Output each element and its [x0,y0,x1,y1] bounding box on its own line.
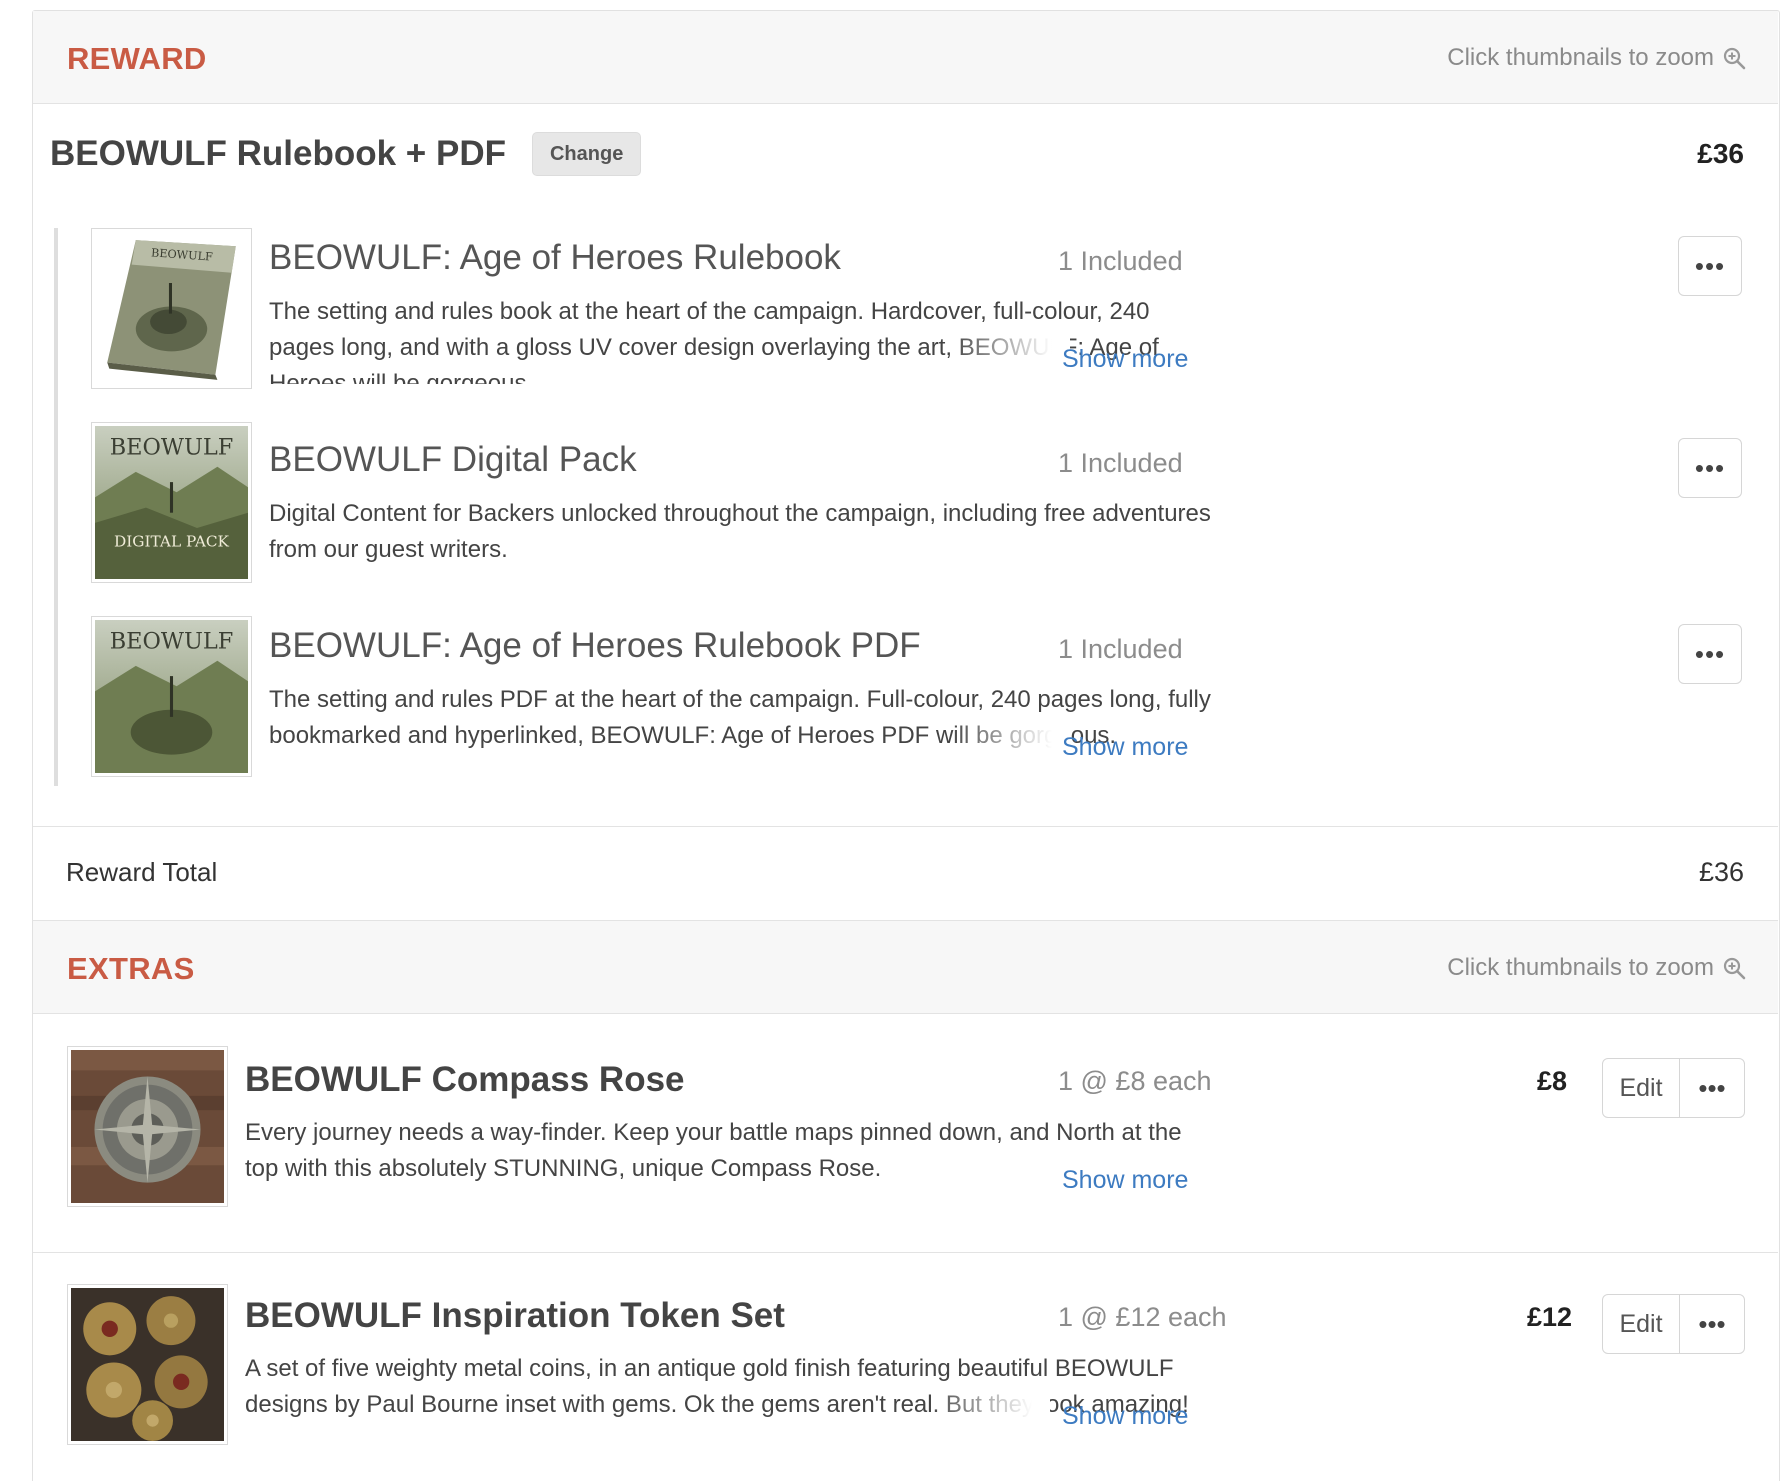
divider [33,826,1778,827]
reward-item-title: BEOWULF: Age of Heroes Rulebook [269,238,841,277]
extra-item-actions: Edit ••• [1602,1294,1745,1354]
extras-section-title: EXTRAS [67,951,195,986]
zoom-hint: Click thumbnails to zoom [1447,44,1746,72]
ellipsis-icon: ••• [1698,1072,1726,1103]
show-more-link[interactable]: Show more [1062,345,1188,374]
reward-item-title: BEOWULF: Age of Heroes Rulebook PDF [269,626,921,665]
extra-item-qty: 1 @ £8 each [1058,1066,1212,1096]
description-fade [930,1387,1050,1423]
reward-item-qty: 1 Included [1058,246,1183,276]
zoom-in-icon [1723,957,1746,980]
extra-item-more-button[interactable]: ••• [1680,1295,1744,1353]
show-more-link[interactable]: Show more [1062,733,1188,762]
edit-button[interactable]: Edit [1603,1295,1680,1353]
show-more-link[interactable]: Show more [1062,1402,1188,1431]
extra-item-description: Every journey needs a way-finder. Keep y… [245,1119,1182,1182]
extra-item-price: £12 [1527,1302,1573,1332]
reward-item-more-button[interactable]: ••• [1678,624,1742,684]
ellipsis-icon: ••• [1694,638,1726,669]
digital-pack-cover-image: BEOWULF DIGITAL PACK [95,426,248,579]
digital-pack-cover-text: BEOWULF [110,435,234,461]
reward-item-description: Digital Content for Backers unlocked thr… [269,500,1211,563]
reward-section-header: REWARD Click thumbnails to zoom [33,11,1778,104]
ellipsis-icon: ••• [1698,1308,1726,1339]
rulebook-thumbnail[interactable]: BEOWULF [91,228,252,389]
digital-pack-label: DIGITAL PACK [114,532,230,550]
zoom-hint: Click thumbnails to zoom [1447,954,1746,982]
extra-item-title: BEOWULF Inspiration Token Set [245,1296,785,1335]
description-fade [950,330,1070,366]
show-more-link[interactable]: Show more [1062,1166,1188,1195]
reward-item-qty: 1 Included [1058,448,1183,478]
reward-total-label: Reward Total [66,857,218,887]
included-items-rail [54,228,58,786]
extra-item-actions: Edit ••• [1602,1058,1745,1118]
reward-price: £36 [1697,138,1744,169]
token-set-image [71,1288,224,1441]
compass-rose-image [71,1050,224,1203]
rulebook-pdf-cover-image: BEOWULF [95,620,248,773]
extra-item-price: £8 [1537,1066,1568,1096]
change-reward-button[interactable]: Change [531,132,642,176]
rulebook-pdf-cover-text: BEOWULF [110,629,234,655]
edit-button[interactable]: Edit [1603,1059,1680,1117]
reward-item-more-button[interactable]: ••• [1678,438,1742,498]
rulebook-pdf-thumbnail[interactable]: BEOWULF [91,616,252,777]
reward-total-value: £36 [1698,857,1744,887]
divider [33,1252,1778,1253]
ellipsis-icon: ••• [1694,452,1726,483]
ellipsis-icon: ••• [1694,250,1726,281]
compass-rose-thumbnail[interactable] [67,1046,228,1207]
description-fade [950,718,1070,754]
reward-item-more-button[interactable]: ••• [1678,236,1742,296]
zoom-in-icon [1723,47,1746,70]
reward-section-title: REWARD [67,41,207,76]
reward-header: BEOWULF Rulebook + PDF Change [50,132,642,176]
rulebook-cover-image: BEOWULF [95,232,248,385]
extra-item-qty: 1 @ £12 each [1058,1302,1227,1332]
extras-section-header: EXTRAS Click thumbnails to zoom [33,920,1778,1014]
zoom-hint-text: Click thumbnails to zoom [1447,954,1714,981]
reward-item-qty: 1 Included [1058,634,1183,664]
reward-title: BEOWULF Rulebook + PDF [50,134,506,173]
reward-item-title: BEOWULF Digital Pack [269,440,637,479]
extra-item-title: BEOWULF Compass Rose [245,1060,685,1099]
digital-pack-thumbnail[interactable]: BEOWULF DIGITAL PACK [91,422,252,583]
zoom-hint-text: Click thumbnails to zoom [1447,44,1714,71]
token-set-thumbnail[interactable] [67,1284,228,1445]
extra-item-more-button[interactable]: ••• [1680,1059,1744,1117]
